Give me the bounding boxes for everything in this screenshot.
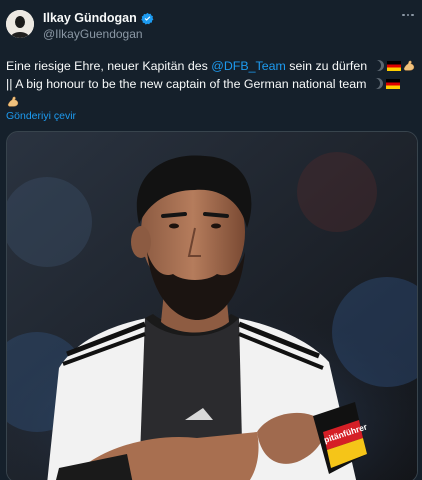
author-handle[interactable]: @IlkayGuendogan	[43, 27, 143, 41]
tweet-media-photo[interactable]: pitänführer	[6, 131, 418, 480]
tweet-text: Eine riesige Ehre, neuer Kapitän des @DF…	[6, 57, 418, 111]
germany-flag-emoji-icon	[386, 61, 401, 71]
mention-link[interactable]: @DFB_Team	[211, 59, 286, 73]
crescent-moon-emoji-icon	[372, 78, 383, 89]
author-avatar[interactable]	[6, 10, 34, 38]
flexed-biceps-emoji-icon	[7, 96, 19, 107]
avatar-image	[6, 10, 34, 38]
tweet-text-line1-end: sein zu dürfen	[285, 59, 368, 73]
player-photo: pitänführer	[7, 132, 417, 480]
tweet-text-line1-start: Eine riesige Ehre, neuer Kapitän des	[6, 59, 212, 73]
translate-tweet-link[interactable]: Gönderiyi çevir	[6, 110, 76, 122]
verified-badge-icon	[141, 12, 154, 24]
tweet-text-line2: || A big honour to be the new captain of…	[6, 77, 367, 91]
author-display-name[interactable]: Ilkay Gündogan	[43, 11, 137, 25]
crescent-moon-emoji-icon	[373, 60, 384, 71]
tweet-card: Ilkay Gündogan @IlkayGuendogan Eine ries…	[0, 0, 422, 480]
more-dot	[411, 13, 414, 17]
germany-flag-emoji-icon	[385, 79, 400, 89]
more-options-icon[interactable]	[400, 11, 416, 19]
author-name-row[interactable]: Ilkay Gündogan	[43, 11, 154, 25]
more-dot	[402, 13, 405, 17]
more-dot	[406, 13, 410, 17]
flexed-biceps-emoji-icon	[403, 60, 414, 71]
